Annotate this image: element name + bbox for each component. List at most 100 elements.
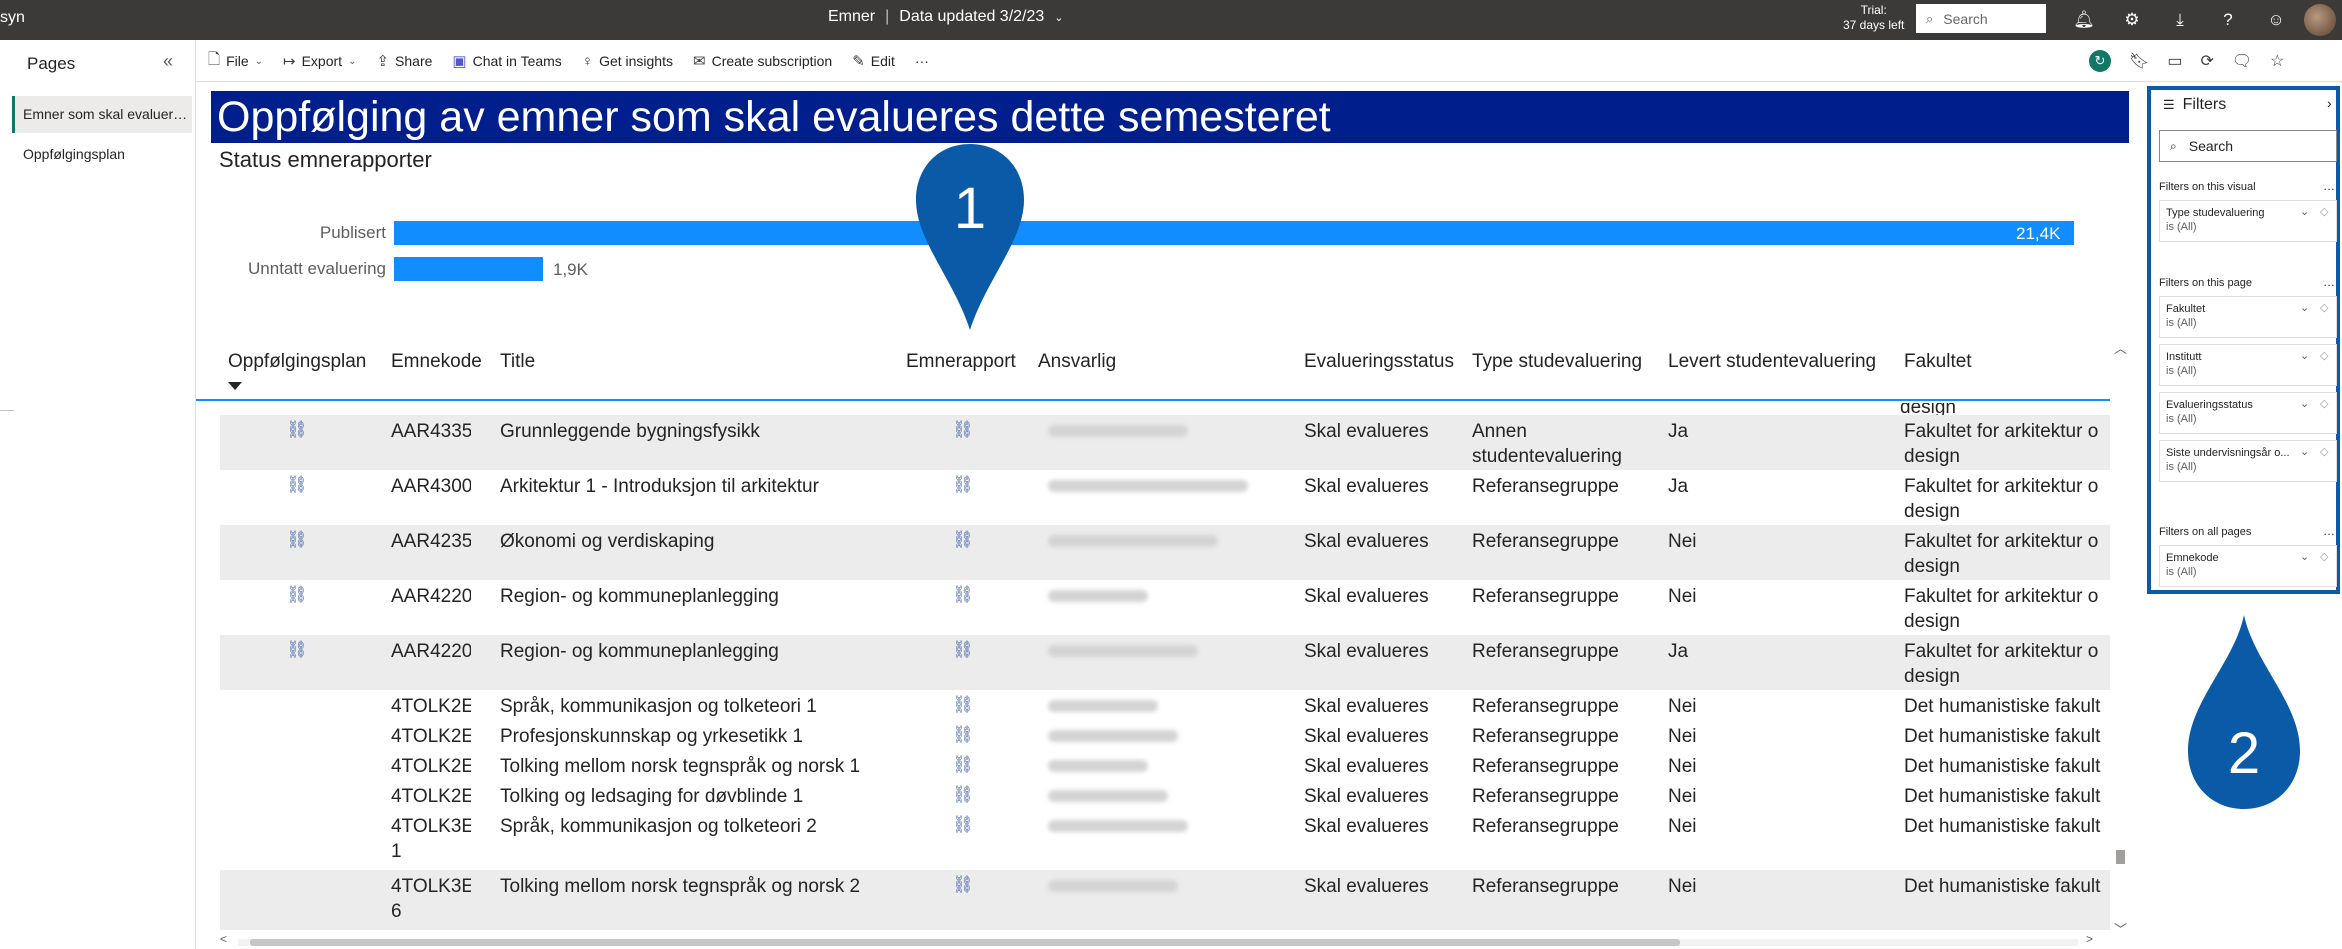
vertical-scrollbar[interactable]: ︿ ﹀ [2112,338,2128,938]
collapse-pages-icon[interactable]: « [163,51,173,72]
bar[interactable] [394,257,543,281]
table-row[interactable]: 4TOLK3E1 1 Språk, kommunikasjon og tolket… [220,810,2110,870]
chevron-down-icon[interactable]: ⌄ [1054,11,1063,24]
chevron-down-icon[interactable]: ⌄ [2300,445,2309,459]
table-row[interactable]: 4TOLK2E7 Tolking mellom norsk tegnspråk o… [220,750,2110,780]
app-name[interactable]: syn [0,9,25,27]
sort-descending-icon[interactable] [228,382,242,390]
eraser-icon[interactable]: ◇ [2320,205,2328,219]
eraser-icon[interactable]: ◇ [2320,349,2328,363]
global-search-input[interactable]: ⌕ Search [1916,4,2046,33]
chevron-down-icon[interactable]: ⌄ [2300,205,2309,219]
filter-card-type-studevaluering[interactable]: Type studevaluering is (All) ⌄ ◇ [2159,200,2337,242]
horizontal-scrollbar[interactable]: < > [220,932,2110,949]
smiley-icon[interactable]: ☺ [2252,10,2300,30]
page-item-emner[interactable]: Emner som skal evalueres dette semestere… [12,96,192,133]
filter-search-input[interactable]: ⌕ Search [2159,130,2337,162]
filter-card-evalueringsstatus[interactable]: Evalueringsstatus is (All) ⌄ ◇ [2159,392,2337,434]
more-icon[interactable]: … [2323,179,2335,193]
column-header[interactable]: Title [500,351,535,373]
bookmark-icon[interactable]: 🔖︎ [2129,51,2149,71]
data-updated-label[interactable]: Data updated 3/2/23 [899,8,1044,26]
chevron-down-icon[interactable]: ⌄ [2300,349,2309,363]
report-link-icon[interactable]: ⛓ [952,417,974,442]
eraser-icon[interactable]: ◇ [2320,397,2328,411]
chevron-down-icon[interactable]: ⌄ [2300,301,2309,315]
avatar[interactable] [2304,4,2336,36]
chevron-down-icon[interactable]: ⌄ [2300,550,2309,564]
chevron-down-icon[interactable]: ⌄ [2300,397,2309,411]
chevron-left-icon[interactable]: < [220,932,227,946]
table-row[interactable]: AAR4300 Arkitektur 1 - Introduksjon til a… [220,470,2110,525]
table-row[interactable]: 4TOLK2E8 Tolking og ledsaging for døvblin… [220,780,2110,810]
plan-link-icon[interactable]: ⛓ [286,527,308,552]
trial-status[interactable]: Trial: 37 days left [1843,3,1904,33]
eraser-icon[interactable]: ◇ [2320,550,2328,564]
collapse-filters-icon[interactable]: › [2327,95,2332,111]
view-icon[interactable]: ▭ [2167,51,2182,71]
eraser-icon[interactable]: ◇ [2320,445,2328,459]
column-header[interactable]: Fakultet [1904,351,1972,373]
get-insights-button[interactable]: ♀ Get insights [582,53,673,70]
filter-card-siste-undervisningsar[interactable]: Siste undervisningsår o... is (All) ⌄ ◇ [2159,440,2337,482]
gear-icon[interactable]: ⚙ [2108,10,2156,30]
filter-card-institutt[interactable]: Institutt is (All) ⌄ ◇ [2159,344,2337,386]
more-icon[interactable]: … [2323,275,2335,289]
scroll-thumb[interactable] [2116,850,2125,864]
chevron-right-icon[interactable]: > [2086,932,2093,946]
page-item-oppfolgingsplan[interactable]: Oppfølgingsplan [12,136,192,173]
chat-in-teams-button[interactable]: ▣ Chat in Teams [452,52,561,70]
download-icon[interactable]: ⤓ [2156,10,2204,30]
chevron-up-icon[interactable]: ︿ [2114,338,2127,357]
report-link-icon[interactable]: ⛓ [952,527,974,552]
plan-link-icon[interactable]: ⛓ [286,472,308,497]
table-row[interactable]: AAR4235 Økonomi og verdiskaping Skal evalu… [220,525,2110,580]
report-link-icon[interactable]: ⛓ [952,722,974,747]
report-link-icon[interactable]: ⛓ [952,752,974,777]
refresh-status-icon[interactable]: ↻ [2089,50,2111,72]
more-options-button[interactable]: ··· [915,53,929,69]
report-link-icon[interactable]: ⛓ [952,472,974,497]
reload-icon[interactable]: ⟳ [2200,51,2213,71]
plan-link-icon[interactable]: ⛓ [286,582,308,607]
table-row[interactable]: AAR4220 Region- og kommuneplanlegging Skal… [220,580,2110,635]
report-link-icon[interactable]: ⛓ [952,637,974,662]
course-code-cell: 4TOLK2E6 [391,726,471,747]
plan-link-icon[interactable]: ⛓ [286,417,308,442]
report-link-icon[interactable]: ⛓ [952,872,974,897]
column-header[interactable]: Type studevaluering [1472,351,1642,373]
filter-card-fakultet[interactable]: Fakultet is (All) ⌄ ◇ [2159,296,2337,338]
bell-icon[interactable]: 🔔︎ [2060,10,2108,30]
table-row[interactable]: 4TOLK3E1 6 Tolking mellom norsk tegnspråk… [220,870,2110,930]
create-subscription-button[interactable]: ✉ Create subscription [693,52,832,70]
help-icon[interactable]: ? [2204,10,2252,30]
column-header[interactable]: Emnekode [391,351,482,373]
plan-link-icon[interactable]: ⛓ [286,637,308,662]
file-menu[interactable]: 🗋︎ File ⌄ [208,49,263,74]
more-icon[interactable]: … [2323,524,2335,538]
table-row[interactable]: AAR4335 Grunnleggende bygningsfysikk Skal … [220,415,2110,470]
column-header[interactable]: Emnerapport [906,351,1016,373]
column-header[interactable]: Levert studentevaluering [1668,351,1876,373]
column-header[interactable]: Oppfølgingsplan [228,351,366,373]
report-link-icon[interactable]: ⛓ [952,812,974,837]
comment-icon[interactable]: 🗨︎ [2232,51,2252,71]
share-button[interactable]: ⇪ Share [376,52,432,70]
report-link-icon[interactable]: ⛓ [952,692,974,717]
eraser-icon[interactable]: ◇ [2320,301,2328,315]
report-link-icon[interactable]: ⛓ [952,582,974,607]
scroll-thumb[interactable] [250,939,1680,946]
filter-card-emnekode[interactable]: Emnekode is (All) ⌄ ◇ [2159,545,2337,587]
course-title-cell: Profesjonskunnskap og yrkesetikk 1 [500,726,804,747]
table-row[interactable]: AAR4220 Region- og kommuneplanlegging Skal… [220,635,2110,690]
column-header[interactable]: Ansvarlig [1038,351,1116,373]
table-row[interactable]: 4TOLK2E5 Språk, kommunikasjon og tolketeo… [220,690,2110,720]
report-link-icon[interactable]: ⛓ [952,782,974,807]
favorite-icon[interactable]: ☆ [2270,51,2284,71]
table-row[interactable]: 4TOLK2E6 Profesjonskunnskap og yrkesetikk… [220,720,2110,750]
export-menu[interactable]: ↦ Export ⌄ [283,52,356,70]
edit-button[interactable]: ✎ Edit [852,52,895,70]
bar[interactable] [394,221,2074,245]
chevron-down-icon[interactable]: ﹀ [2114,919,2127,938]
column-header[interactable]: Evalueringsstatus [1304,351,1454,373]
